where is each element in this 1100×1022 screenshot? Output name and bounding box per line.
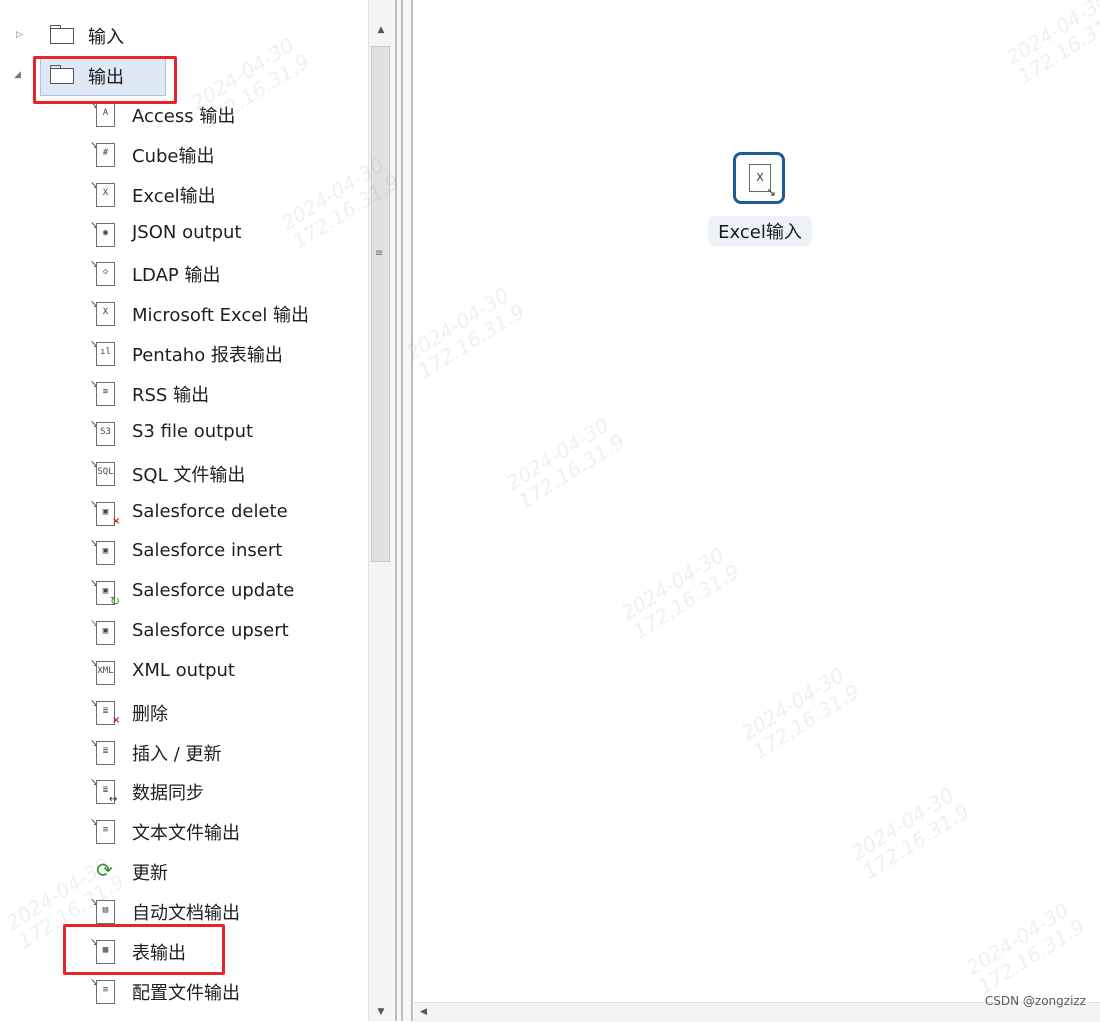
folder-label: 输入	[88, 27, 124, 48]
tree-item[interactable]: ↘ ▣ Salesforce upsert	[0, 614, 368, 654]
xml-output-icon: ↘ XML	[90, 658, 118, 688]
tree-item[interactable]: ↘ ≡ 文本文件输出	[0, 813, 368, 853]
auto-doc-output-icon: ↘ ▤	[90, 897, 118, 927]
tree-item-label: Salesforce upsert	[132, 620, 289, 641]
tree-item[interactable]: ↘ ıl Pentaho 报表输出	[0, 335, 368, 375]
tree-item-label: 数据同步	[132, 783, 204, 804]
tree-item[interactable]: ↘ ≣ 插入 / 更新	[0, 734, 368, 774]
rss-output-icon: ↘ ≋	[90, 379, 118, 409]
highlight-box-table-output	[63, 924, 225, 975]
data-sync-icon: ↘ ≣ ↔	[90, 777, 118, 805]
step-node-label: Excel输入	[708, 216, 812, 246]
tree-item[interactable]: ↘ # Cube输出	[0, 136, 368, 176]
tree-item-label: 自动文档输出	[132, 903, 240, 924]
text-file-output-icon: ↘ ≡	[90, 817, 118, 847]
tree-item-label: 插入 / 更新	[132, 744, 222, 765]
ldap-output-icon: ↘ ◇	[90, 259, 118, 289]
scroll-left-icon[interactable]: ◀	[420, 1003, 436, 1022]
access-output-icon: ↘ A	[90, 100, 118, 130]
tree-item-label: Salesforce update	[132, 580, 295, 601]
tree-item[interactable]: ↘⟳ 更新	[0, 853, 368, 893]
tree-item-label: S3 file output	[132, 421, 254, 442]
tree-item[interactable]: ↘ ≣ × 删除	[0, 694, 368, 734]
tree-item-label: RSS 输出	[132, 385, 210, 406]
tree-item[interactable]: ↘ X Microsoft Excel 输出	[0, 295, 368, 335]
highlight-box-output-folder	[33, 56, 177, 104]
scroll-grip-icon: ≡	[375, 248, 384, 259]
sql-file-output-icon: ↘ SQL	[90, 459, 118, 489]
config-file-output-icon: ↘ ≡	[90, 977, 118, 1007]
tree-item-label: JSON output	[132, 222, 242, 243]
salesforce-insert-icon: ↘ ▣	[90, 538, 118, 568]
pane-splitter[interactable]	[393, 0, 413, 1021]
tree-item[interactable]: ↘ X Excel输出	[0, 176, 368, 216]
expanded-arrow-icon[interactable]: ◢	[14, 69, 26, 81]
folder-icon	[50, 25, 74, 44]
tree-item-label: 文本文件输出	[132, 823, 240, 844]
tree-vertical-scrollbar[interactable]: ▲ ≡ ▼	[368, 0, 393, 1021]
tree-item[interactable]: ↘ S3 S3 file output	[0, 415, 368, 455]
scroll-up-icon[interactable]: ▲	[369, 20, 393, 40]
salesforce-upsert-icon: ↘ ▣	[90, 618, 118, 648]
tree-item[interactable]: ↘ ◇ LDAP 输出	[0, 255, 368, 295]
tree-item[interactable]: ↘ ▣ ↻ Salesforce update	[0, 574, 368, 614]
delete-icon: ↘ ≣ ×	[90, 698, 121, 726]
excel-input-step-node[interactable]: X ↘ Excel输入	[708, 152, 812, 252]
tree-item[interactable]: ↘ ◉ JSON output	[0, 216, 368, 256]
excel-output-icon: ↘ X	[90, 180, 118, 210]
tree-item-label: LDAP 输出	[132, 265, 221, 286]
tree-item[interactable]: ↘ ≋ RSS 输出	[0, 375, 368, 415]
update-icon: ↘⟳	[96, 858, 113, 882]
tree-item[interactable]: ↘ XML XML output	[0, 654, 368, 694]
credit-text: CSDN @zongzizz	[984, 994, 1086, 1008]
collapsed-arrow-icon[interactable]: ▷	[16, 29, 28, 41]
step-tree-panel: ▷ 输入 ◢ 输出 ↘ A Access 输出 ↘ # Cube输出 ↘ X Excel输出 ↘ ◉…	[0, 0, 368, 1021]
pentaho-report-output-icon: ↘ ıl	[90, 339, 118, 369]
tree-item-label: Microsoft Excel 输出	[132, 305, 310, 326]
tree-item-label: 删除	[132, 704, 168, 725]
tree-item-label: Salesforce insert	[132, 540, 283, 561]
tree-item[interactable]: ↘ ▣ Salesforce insert	[0, 534, 368, 574]
microsoft-excel-output-icon: ↘ X	[90, 299, 118, 329]
cube-output-icon: ↘ #	[90, 140, 118, 170]
excel-input-icon[interactable]: X ↘	[733, 152, 785, 204]
tree-folder-input[interactable]: ▷ 输入	[0, 16, 368, 56]
tree-item-label: 配置文件输出	[132, 983, 240, 1004]
tree-item-label: Pentaho 报表输出	[132, 345, 283, 366]
salesforce-update-icon: ↘ ▣ ↻	[90, 578, 121, 608]
tree-item-label: XML output	[132, 660, 235, 681]
tree-item-label: Cube输出	[132, 146, 215, 167]
tree-item-label: 更新	[132, 863, 168, 884]
tree-item[interactable]: ↘ ≣ ↔ 数据同步	[0, 773, 368, 813]
insert-update-icon: ↘ ≣	[90, 738, 118, 768]
scroll-down-icon[interactable]: ▼	[369, 1002, 393, 1022]
tree-item[interactable]: ↘ ▣ × Salesforce delete	[0, 495, 368, 535]
s3-file-output-icon: ↘ S3	[90, 419, 118, 449]
salesforce-delete-icon: ↘ ▣ ×	[90, 499, 121, 527]
json-output-icon: ↘ ◉	[90, 220, 118, 250]
tree-item-label: Access 输出	[132, 106, 236, 127]
tree-item-label: Salesforce delete	[132, 501, 288, 522]
tree-item[interactable]: ↘ SQL SQL 文件输出	[0, 455, 368, 495]
tree-item[interactable]: ↘ ≡ 配置文件输出	[0, 973, 368, 1013]
tree-item-label: SQL 文件输出	[132, 465, 246, 486]
scrollbar-thumb[interactable]	[371, 46, 390, 562]
tree-item-label: Excel输出	[132, 186, 216, 207]
